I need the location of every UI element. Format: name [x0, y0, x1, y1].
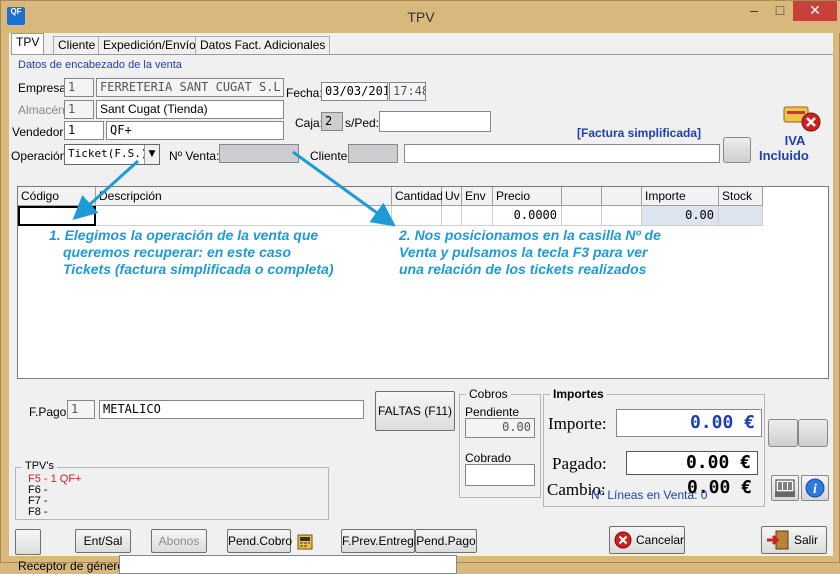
blank-button[interactable]	[15, 529, 41, 555]
faltas-button[interactable]: FALTAS (F11)	[375, 391, 455, 431]
pend-pago-button[interactable]: Pend.Pago	[415, 529, 477, 553]
window-title: TPV	[407, 9, 435, 25]
tpv-panel: Datos de encabezado de la venta Empresa:…	[11, 54, 833, 574]
fpago-code-field[interactable]: 1	[67, 400, 95, 419]
fpago-label: F.Pago	[29, 405, 67, 419]
maximize-button[interactable]: □	[767, 1, 793, 21]
annotation-two: 2. Nos posicionamos en la casilla Nº de …	[399, 227, 661, 278]
importe-label: Importe:	[548, 414, 607, 433]
cancelar-label: Cancelar	[636, 533, 685, 547]
tab-bar: TPV Cliente Expedición/Envío Datos Fact.…	[9, 33, 833, 55]
info-icon: i	[805, 478, 825, 498]
pagado-field[interactable]: 0.00 €	[626, 451, 758, 475]
minimize-button[interactable]: –	[741, 1, 767, 21]
lineas-venta-label: Nº Líneas en Venta: 0	[591, 488, 708, 502]
cambio-currency: €	[741, 477, 752, 498]
importes-title: Importes	[550, 387, 607, 401]
annotation-one-line1: 1. Elegimos la operación de la venta que	[49, 227, 319, 243]
pagado-currency: €	[740, 452, 751, 473]
exit-door-icon	[767, 530, 789, 550]
tpv-window: QF TPV – □ ✕ TPV Cliente Expedición/Enví…	[0, 0, 840, 574]
annotation-two-line2: Venta y pulsamos la tecla F3 para ver	[399, 244, 648, 260]
abonos-button[interactable]: Abonos	[151, 529, 207, 553]
annotation-one-line2: queremos recuperar: en este caso	[63, 244, 291, 260]
tpvs-group: TPV's F5 - 1 QF+ F6 - F7 - F8 -	[15, 460, 329, 520]
annotation-one: 1. Elegimos la operación de la venta que…	[49, 227, 334, 278]
nav-right-button[interactable]	[798, 419, 828, 447]
cobrado-field[interactable]	[465, 464, 535, 486]
arrow-one	[72, 159, 140, 221]
barcode-printer-icon	[775, 479, 795, 497]
fpago-name-field[interactable]: METALICO	[99, 400, 364, 419]
cobrado-label: Cobrado	[465, 451, 512, 465]
cancel-icon	[614, 531, 632, 549]
importe-total-value: 0.00	[689, 412, 734, 433]
salir-label: Salir	[794, 533, 819, 547]
annotation-one-line3: Tickets (factura simplificada o completa…	[63, 261, 334, 277]
cash-register-icon[interactable]	[295, 529, 315, 553]
pend-cobro-button[interactable]: Pend.Cobro	[227, 529, 292, 553]
print-barcode-button[interactable]	[771, 475, 799, 501]
annotation-two-line1: 2. Nos posicionamos en la casilla Nº de	[399, 227, 661, 243]
client-area: TPV Cliente Expedición/Envío Datos Fact.…	[9, 33, 833, 574]
tpv-line-f8[interactable]: F8 -	[28, 507, 82, 518]
title-bar: QF TPV – □ ✕	[1, 1, 840, 33]
importe-currency: €	[744, 412, 755, 433]
close-button[interactable]: ✕	[793, 1, 837, 21]
arrow-two	[292, 150, 396, 227]
pagado-value: 0.00	[685, 452, 730, 473]
tab-cliente[interactable]: Cliente	[53, 36, 101, 55]
pagado-label: Pagado:	[552, 454, 607, 473]
receptor-field[interactable]	[119, 555, 457, 574]
cobros-group: Cobros Pendiente 0.00 Cobrado	[459, 387, 541, 498]
cobros-title: Cobros	[466, 387, 511, 401]
prev-entrega-button[interactable]: F.Prev.Entrega	[341, 529, 420, 553]
nav-left-button[interactable]	[768, 419, 798, 447]
svg-text:i: i	[813, 482, 817, 497]
pendiente-label: Pendiente	[465, 405, 520, 419]
tab-tpv[interactable]: TPV	[11, 33, 45, 55]
receptor-label: Receptor de género	[18, 559, 125, 573]
tpvs-title: TPV's	[22, 460, 57, 472]
tab-expedicion[interactable]: Expedición/Envío	[98, 36, 201, 55]
annotation-two-line3: una relación de los tickets realizados	[399, 261, 647, 277]
salir-button[interactable]: Salir	[761, 526, 827, 554]
info-button[interactable]: i	[801, 475, 829, 501]
cancelar-button[interactable]: Cancelar	[609, 526, 685, 554]
pendiente-field[interactable]: 0.00	[465, 418, 535, 438]
importe-total-field: 0.00 €	[616, 409, 762, 437]
entsal-button[interactable]: Ent/Sal	[75, 529, 131, 553]
tab-datos-fact[interactable]: Datos Fact. Adicionales	[195, 36, 331, 55]
